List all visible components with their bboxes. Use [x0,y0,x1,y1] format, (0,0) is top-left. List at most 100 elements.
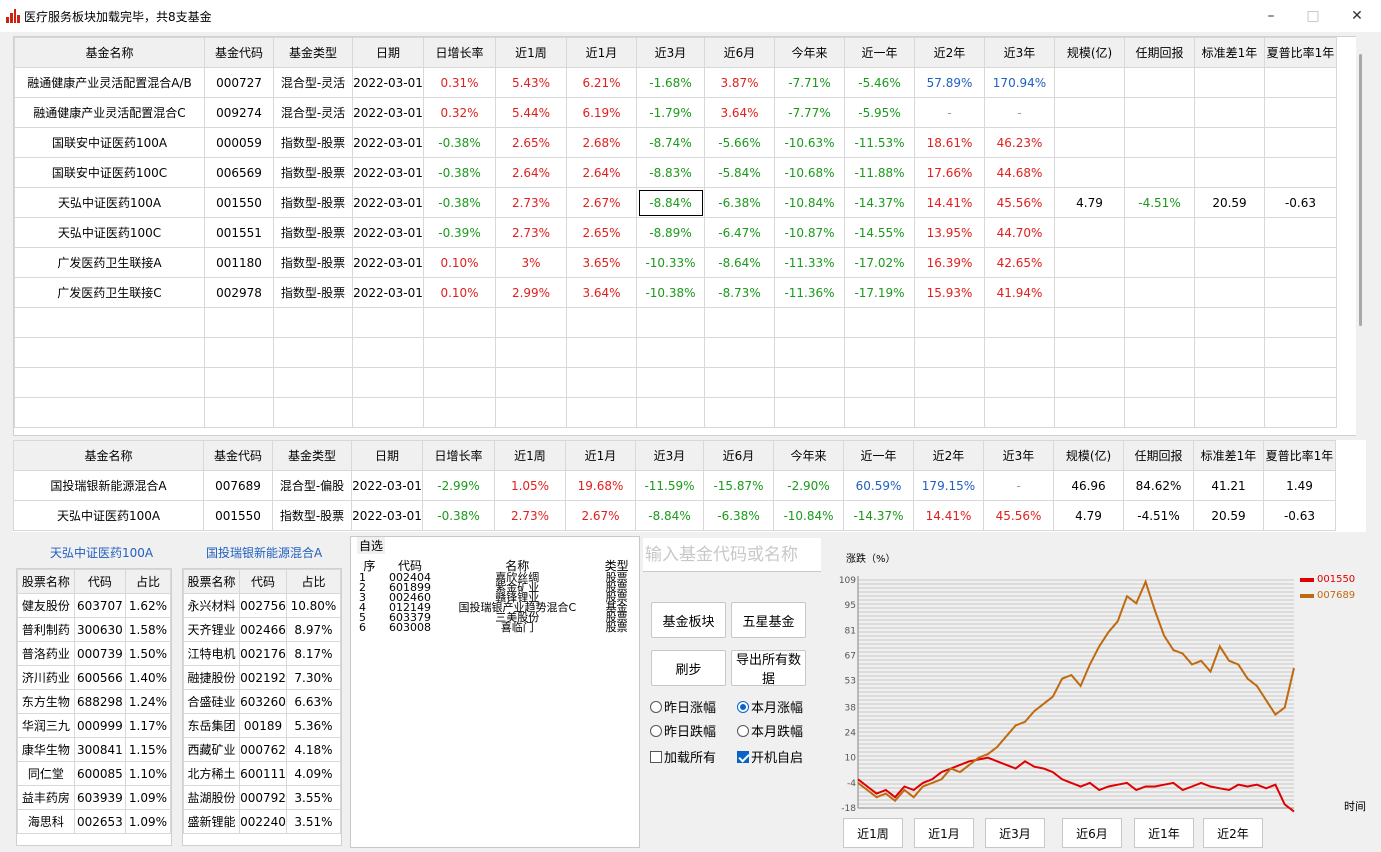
holdings-col-header[interactable]: 代码 [73,569,126,594]
fund-cell[interactable]: 3% [495,247,567,278]
five-star-funds-button[interactable]: 五星基金 [731,602,806,638]
fund-cell[interactable]: 指数型-股票 [273,127,353,158]
radio-yesterday-down[interactable]: 昨日跌幅 [650,721,716,740]
compare-cell[interactable]: 1.05% [494,470,566,501]
fund-cell[interactable]: -1.79% [636,97,705,128]
fund-cell[interactable]: -11.53% [844,127,915,158]
compare-cell[interactable]: 45.56% [983,500,1054,531]
compare-cell[interactable]: 41.21 [1193,470,1264,501]
fund-cell[interactable]: -0.63 [1264,187,1337,218]
holdings-col-header[interactable]: 股票名称 [183,569,241,594]
fund-cell[interactable]: -0.38% [423,187,496,218]
holding-cell[interactable]: 1.17% [124,713,171,738]
holding-cell[interactable]: 普洛药业 [17,641,75,666]
fund-cell[interactable]: 3.65% [566,247,637,278]
compare-cell[interactable]: 2.73% [494,500,566,531]
holding-cell[interactable]: 002466 [239,617,287,642]
fund-cell[interactable]: 44.70% [984,217,1055,248]
fund-cell[interactable]: 41.94% [984,277,1055,308]
table-row[interactable]: 国投瑞银新能源混合A 007689 混合型-偏股 2022-03-01 -2.99% 1.… [13,470,1336,501]
fund-cell[interactable]: -6.38% [704,187,775,218]
fund-cell[interactable]: -8.73% [704,277,775,308]
fund-cell[interactable]: 3.64% [704,97,775,128]
holding-row[interactable]: 江特电机 002176 8.17% [183,641,341,666]
fund-cell[interactable]: -8.74% [636,127,705,158]
holding-row[interactable]: 西藏矿业 000762 4.18% [183,737,341,762]
holding-cell[interactable]: 688298 [73,689,126,714]
fund-cell[interactable]: 指数型-股票 [273,217,353,248]
holding-cell[interactable]: 1.50% [124,641,171,666]
fund-cell[interactable]: -4.51% [1124,187,1195,218]
fund-cell[interactable]: 20.59 [1194,187,1265,218]
fund-cell[interactable] [1194,277,1265,308]
range-button[interactable]: 近1月 [914,818,974,848]
compare-cell[interactable]: -4.51% [1123,500,1194,531]
compare-col-header[interactable]: 日期 [351,440,423,471]
fund-col-header[interactable]: 近1周 [495,37,567,68]
fund-col-header[interactable]: 基金类型 [273,37,353,68]
fund-cell[interactable]: 天弘中证医药100A [14,187,205,218]
holding-row[interactable]: 普洛药业 000739 1.50% [17,641,171,666]
holding-cell[interactable]: 1.62% [124,593,171,618]
compare-cell[interactable]: 4.79 [1053,500,1124,531]
holding-row[interactable]: 盐湖股份 000792 3.55% [183,785,341,810]
holding-cell[interactable]: 1.15% [124,737,171,762]
table-row[interactable]: 广发医药卫生联接C 002978 指数型-股票 2022-03-01 0.10% 2.99… [14,277,1337,308]
sector-funds-button[interactable]: 基金板块 [651,602,726,638]
holding-cell[interactable]: 000792 [239,785,287,810]
fund-col-header[interactable]: 规模(亿) [1054,37,1125,68]
fund-cell[interactable] [1194,97,1265,128]
fund-cell[interactable]: 0.10% [423,277,496,308]
fund-table-scrollbar[interactable] [1356,36,1366,436]
fund-col-header[interactable]: 标准差1年 [1194,37,1265,68]
compare-col-header[interactable]: 基金代码 [203,440,273,471]
range-button[interactable]: 近1周 [843,818,903,848]
fund-cell[interactable]: 0.32% [423,97,496,128]
fund-cell[interactable] [1054,157,1125,188]
fund-cell[interactable] [1054,97,1125,128]
fund-cell[interactable]: -7.71% [774,67,845,98]
radio-yesterday-up[interactable]: 昨日涨幅 [650,697,716,716]
fund-cell[interactable]: -10.87% [774,217,845,248]
compare-cell[interactable]: -0.63 [1263,500,1336,531]
fund-cell[interactable]: 混合型-灵活 [273,97,353,128]
table-row[interactable]: 国联安中证医药100C 006569 指数型-股票 2022-03-01 -0.38% 2… [14,157,1337,188]
fund-cell[interactable]: 001180 [204,247,274,278]
fund-cell[interactable]: -10.38% [636,277,705,308]
fund-cell[interactable]: 2.65% [566,217,637,248]
compare-col-header[interactable]: 近6月 [703,440,774,471]
fund-cell[interactable]: 45.56% [984,187,1055,218]
fund-cell[interactable]: 6.21% [566,67,637,98]
fund-cell[interactable]: -5.95% [844,97,915,128]
holding-row[interactable]: 盛新锂能 002240 3.51% [183,809,341,834]
fund-cell[interactable]: 18.61% [914,127,985,158]
fund-cell[interactable]: 融通健康产业灵活配置混合C [14,97,205,128]
fund-cell[interactable]: 000727 [204,67,274,98]
fund-cell[interactable]: 指数型-股票 [273,157,353,188]
compare-col-header[interactable]: 今年来 [773,440,844,471]
compare-cell[interactable]: -10.84% [773,500,844,531]
fund-col-header[interactable]: 日增长率 [423,37,496,68]
compare-col-header[interactable]: 基金类型 [272,440,352,471]
fund-cell[interactable]: 46.23% [984,127,1055,158]
fund-cell[interactable]: 13.95% [914,217,985,248]
compare-col-header[interactable]: 近3月 [635,440,704,471]
compare-cell[interactable]: 14.41% [913,500,984,531]
fund-col-header[interactable]: 日期 [352,37,424,68]
fund-cell[interactable]: 15.93% [914,277,985,308]
holding-cell[interactable]: 00189 [239,713,287,738]
holding-cell[interactable]: 603939 [73,785,126,810]
table-row[interactable]: 国联安中证医药100A 000059 指数型-股票 2022-03-01 -0.38% 2… [14,127,1337,158]
fund-cell[interactable]: 2022-03-01 [352,187,424,218]
fund-cell[interactable]: -6.47% [704,217,775,248]
fund-cell[interactable]: 2022-03-01 [352,127,424,158]
range-button[interactable]: 近2年 [1203,818,1263,848]
holding-cell[interactable]: 永兴材料 [183,593,241,618]
compare-cell[interactable]: 国投瑞银新能源混合A [13,470,204,501]
fund-col-header[interactable]: 近2年 [914,37,985,68]
fund-col-header[interactable]: 任期回报 [1124,37,1195,68]
fund-cell[interactable]: -7.77% [774,97,845,128]
compare-cell[interactable]: 60.59% [843,470,914,501]
compare-cell[interactable]: 2022-03-01 [351,500,423,531]
holding-cell[interactable]: 北方稀土 [183,761,241,786]
